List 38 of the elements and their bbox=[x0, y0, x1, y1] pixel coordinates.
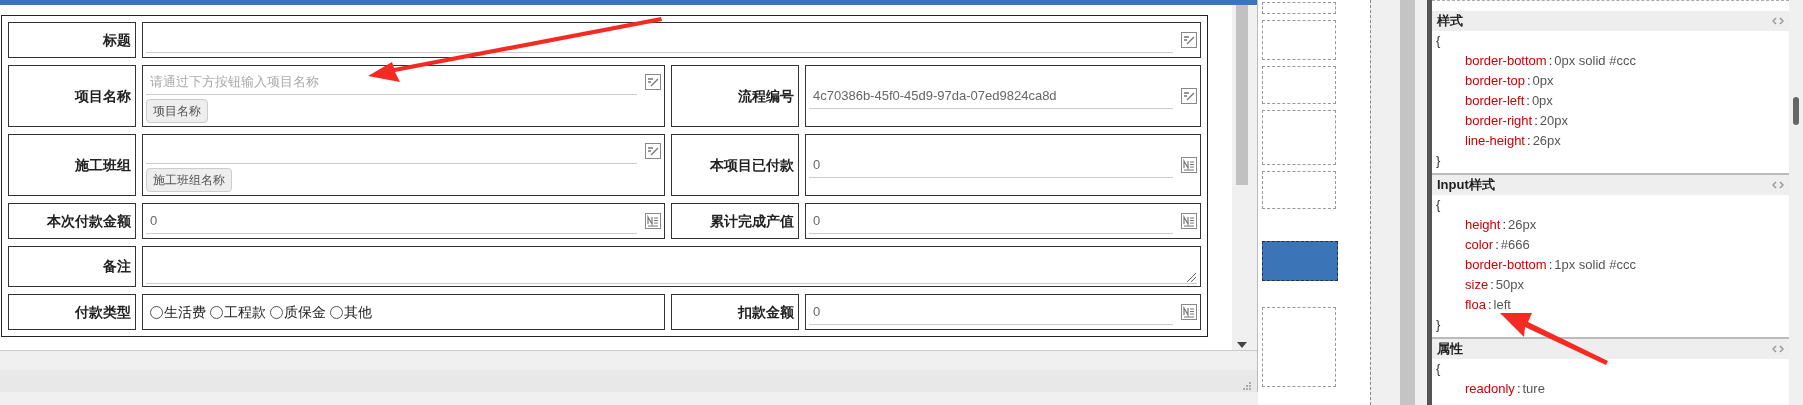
field-label: 本项目已付款 bbox=[710, 155, 794, 175]
property-line: border-right:20px bbox=[1464, 112, 1570, 130]
field-label: 本次付款金额 bbox=[47, 211, 131, 231]
brace: } bbox=[1436, 152, 1442, 170]
property-line: color:#666 bbox=[1464, 236, 1531, 254]
field-label: 累计完成产值 bbox=[710, 211, 794, 231]
field-label: 付款类型 bbox=[75, 302, 131, 322]
section-header[interactable]: 属性 bbox=[1432, 339, 1789, 359]
property-line: line-height:26px bbox=[1464, 132, 1562, 150]
property-line: border-top:0px bbox=[1464, 72, 1555, 90]
brace: { bbox=[1436, 360, 1442, 378]
property-line: border-bottom:0px solid #ccc bbox=[1464, 52, 1637, 70]
section-title: 属性 bbox=[1437, 340, 1463, 359]
section-title: 样式 bbox=[1437, 12, 1463, 31]
field-label: 标题 bbox=[103, 30, 131, 50]
property-line: floa:left bbox=[1464, 296, 1512, 314]
property-line: border-left:0px bbox=[1464, 92, 1554, 110]
property-line: height:26px bbox=[1464, 216, 1538, 234]
property-line: border-bottom:1px solid #ccc bbox=[1464, 256, 1637, 274]
field-label: 扣款金额 bbox=[738, 302, 794, 322]
brace: { bbox=[1436, 196, 1442, 214]
radio-option[interactable]: 其他 bbox=[330, 301, 372, 323]
field-label: 项目名称 bbox=[75, 86, 131, 106]
radio-option[interactable]: 生活费 bbox=[150, 301, 206, 323]
field-label: 备注 bbox=[103, 257, 131, 276]
section-title: Input样式 bbox=[1437, 176, 1495, 195]
field-label: 施工班组 bbox=[75, 155, 131, 175]
section-header[interactable]: Input样式 bbox=[1432, 175, 1789, 195]
radio-option[interactable]: 质保金 bbox=[270, 301, 326, 323]
picker-button[interactable]: 项目名称 bbox=[146, 99, 208, 123]
picker-button[interactable]: 施工班组名称 bbox=[146, 168, 232, 192]
property-line: readonly:ture bbox=[1464, 380, 1546, 398]
section-header[interactable]: 样式 bbox=[1432, 11, 1789, 31]
brace: { bbox=[1436, 32, 1442, 50]
field-label: 流程编号 bbox=[738, 86, 794, 106]
brace: } bbox=[1436, 316, 1442, 334]
property-line: size:50px bbox=[1464, 276, 1525, 294]
radio-option[interactable]: 工程款 bbox=[210, 301, 266, 323]
